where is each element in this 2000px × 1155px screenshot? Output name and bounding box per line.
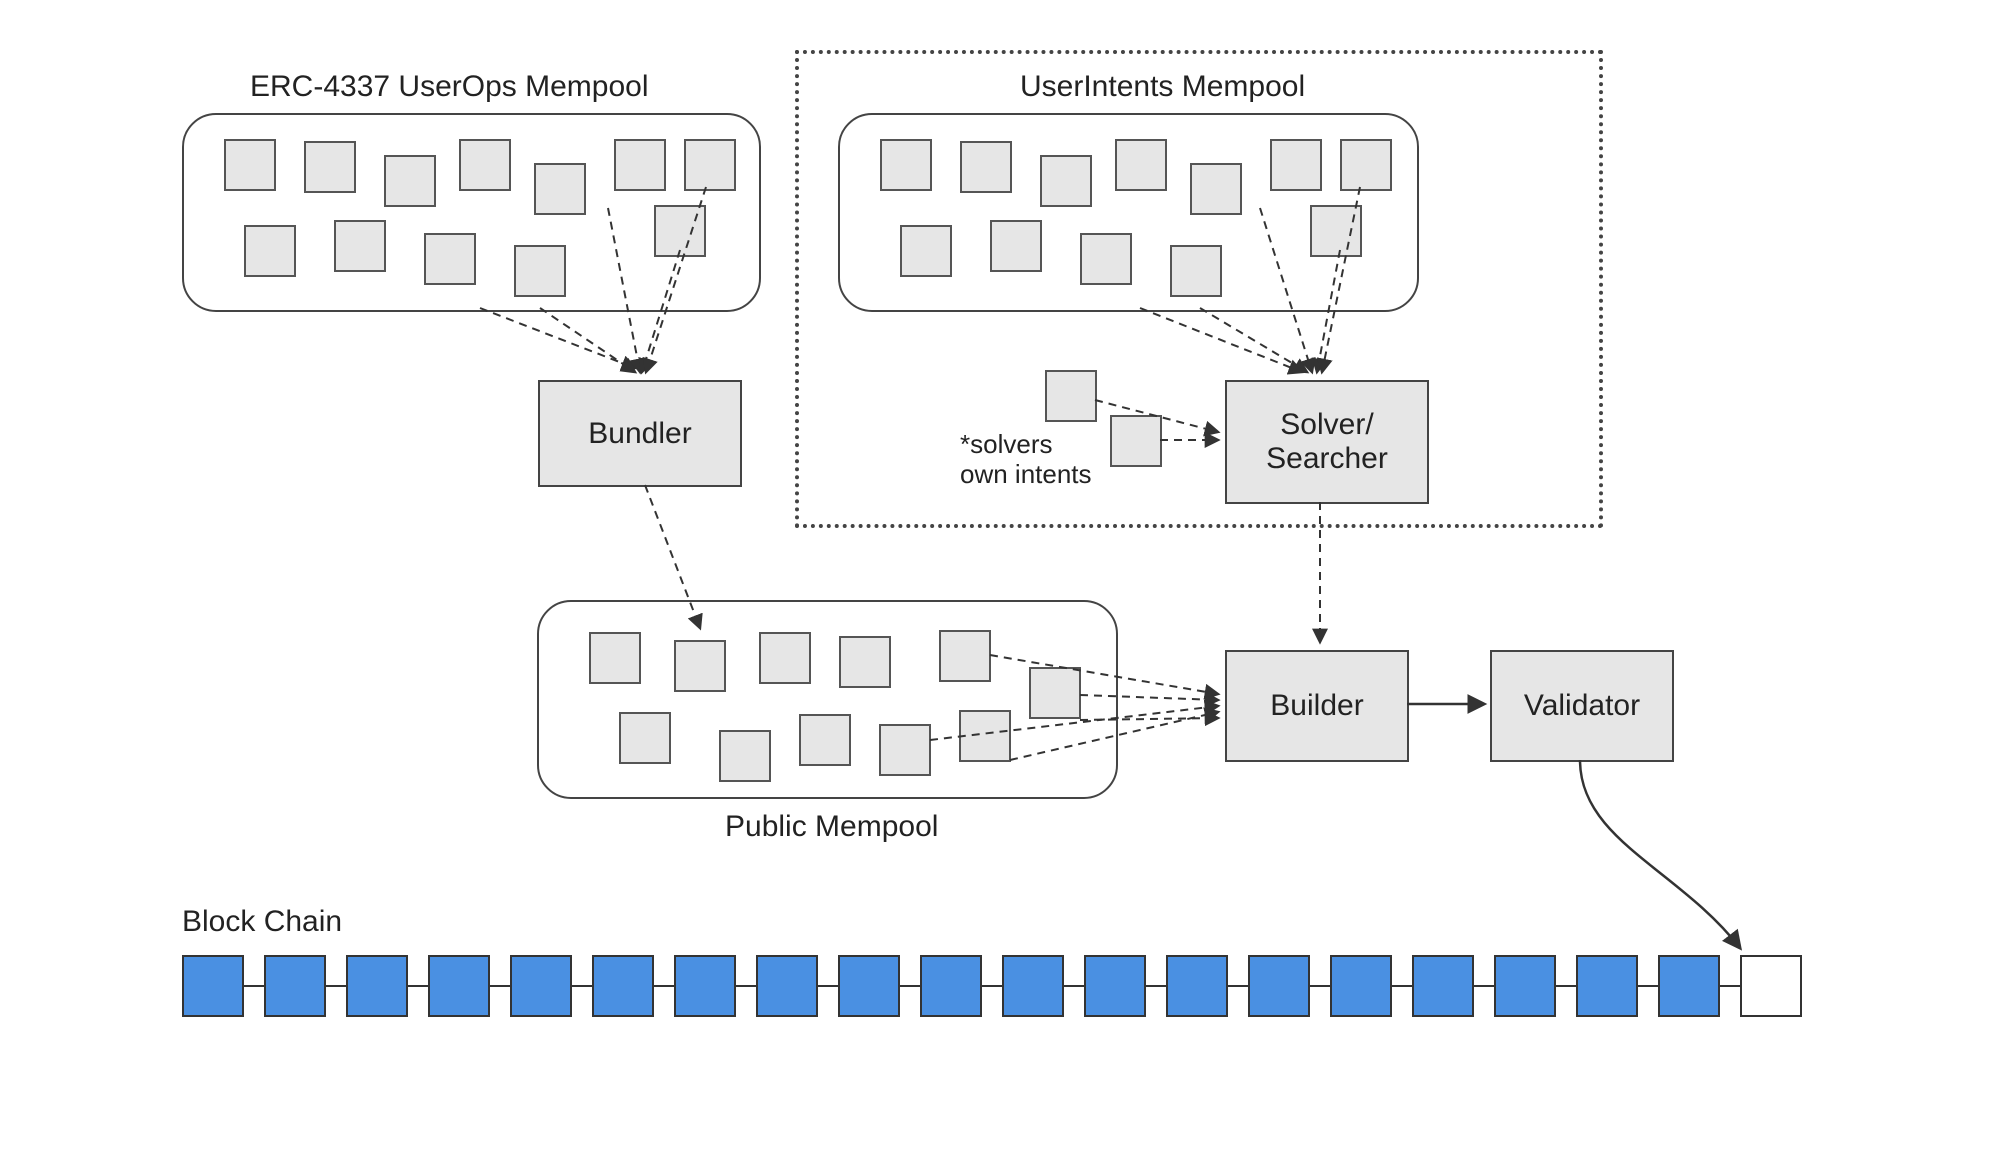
- block: [1658, 955, 1720, 1017]
- tx-item: [1340, 139, 1392, 191]
- block-link: [900, 985, 920, 987]
- diagram-canvas: ERC-4337 UserOps Mempool UserIntents Mem…: [0, 0, 2000, 1155]
- block: [510, 955, 572, 1017]
- tx-item: [674, 640, 726, 692]
- block-link: [1720, 985, 1740, 987]
- tx-item: [900, 225, 952, 277]
- tx-item: [1029, 667, 1081, 719]
- block-link: [1064, 985, 1084, 987]
- tx-item: [459, 139, 511, 191]
- block-link: [1310, 985, 1330, 987]
- block: [264, 955, 326, 1017]
- tx-item: [799, 714, 851, 766]
- block: [1084, 955, 1146, 1017]
- block-link: [818, 985, 838, 987]
- tx-item: [304, 141, 356, 193]
- tx-item: [224, 139, 276, 191]
- tx-item: [384, 155, 436, 207]
- block: [592, 955, 654, 1017]
- builder-box: Builder: [1225, 650, 1409, 762]
- block-link: [982, 985, 1002, 987]
- tx-item: [589, 632, 641, 684]
- block: [1166, 955, 1228, 1017]
- tx-item: [1310, 205, 1362, 257]
- tx-item: [534, 163, 586, 215]
- block-link: [1392, 985, 1412, 987]
- public-mempool: [537, 600, 1118, 799]
- block-link: [1638, 985, 1658, 987]
- block-link: [244, 985, 264, 987]
- block: [1330, 955, 1392, 1017]
- tx-item: [880, 139, 932, 191]
- tx-item: [1115, 139, 1167, 191]
- blockchain: [182, 955, 1802, 1017]
- block-link: [490, 985, 510, 987]
- block: [838, 955, 900, 1017]
- block: [1002, 955, 1064, 1017]
- bundler-box: Bundler: [538, 380, 742, 487]
- tx-item: [959, 710, 1011, 762]
- tx-item: [939, 630, 991, 682]
- erc4337-mempool: [182, 113, 761, 312]
- block-link: [736, 985, 756, 987]
- userintents-mempool: [838, 113, 1419, 312]
- tx-item: [719, 730, 771, 782]
- tx-item: [614, 139, 666, 191]
- tx-item: [514, 245, 566, 297]
- block-link: [408, 985, 428, 987]
- tx-item: [619, 712, 671, 764]
- validator-label: Validator: [1524, 689, 1640, 723]
- solver-intent-item: [1045, 370, 1097, 422]
- block-link: [572, 985, 592, 987]
- block-link: [326, 985, 346, 987]
- solver-label: Solver/ Searcher: [1266, 408, 1388, 476]
- tx-item: [879, 724, 931, 776]
- tx-item: [1270, 139, 1322, 191]
- block: [346, 955, 408, 1017]
- block-link: [1556, 985, 1576, 987]
- tx-item: [684, 139, 736, 191]
- tx-item: [334, 220, 386, 272]
- block: [674, 955, 736, 1017]
- block-link: [654, 985, 674, 987]
- block-link: [1228, 985, 1248, 987]
- tx-item: [1190, 163, 1242, 215]
- tx-item: [244, 225, 296, 277]
- block: [920, 955, 982, 1017]
- tx-item: [759, 632, 811, 684]
- tx-item: [1040, 155, 1092, 207]
- block: [182, 955, 244, 1017]
- tx-item: [990, 220, 1042, 272]
- block: [756, 955, 818, 1017]
- validator-box: Validator: [1490, 650, 1674, 762]
- tx-item: [839, 636, 891, 688]
- block-link: [1146, 985, 1166, 987]
- bundler-label: Bundler: [588, 417, 691, 451]
- tx-item: [960, 141, 1012, 193]
- solver-intent-item: [1110, 415, 1162, 467]
- block-link: [1474, 985, 1494, 987]
- block: [1576, 955, 1638, 1017]
- builder-label: Builder: [1270, 689, 1363, 723]
- block: [428, 955, 490, 1017]
- block: [1494, 955, 1556, 1017]
- erc4337-mempool-title: ERC-4337 UserOps Mempool: [250, 70, 648, 104]
- solver-box: Solver/ Searcher: [1225, 380, 1429, 504]
- public-mempool-title: Public Mempool: [725, 810, 938, 844]
- tx-item: [654, 205, 706, 257]
- block: [1412, 955, 1474, 1017]
- block-new: [1740, 955, 1802, 1017]
- tx-item: [1170, 245, 1222, 297]
- tx-item: [1080, 233, 1132, 285]
- blockchain-title: Block Chain: [182, 905, 342, 939]
- block: [1248, 955, 1310, 1017]
- solvers-own-intents-note: *solvers own intents: [960, 430, 1092, 490]
- tx-item: [424, 233, 476, 285]
